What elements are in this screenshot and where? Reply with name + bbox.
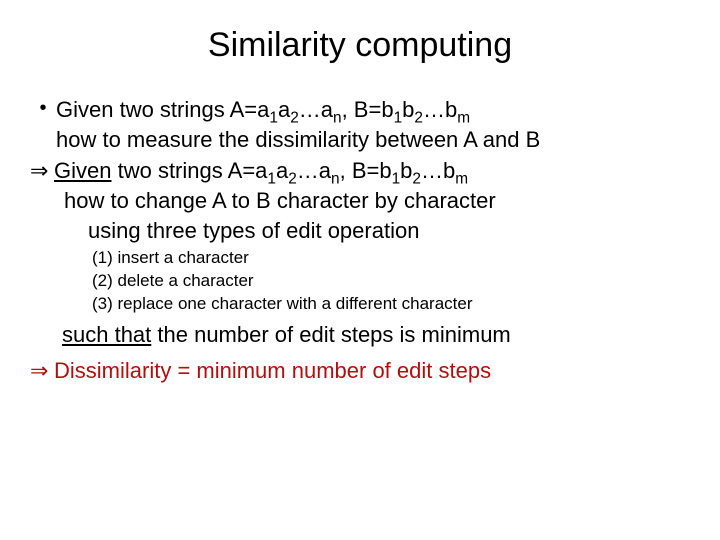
slide-body: • Given two strings A=a1a2…an, B=b1b2…bm…	[30, 95, 690, 386]
final-line: ⇒ Dissimilarity = minimum number of edit…	[30, 356, 690, 386]
s: m	[457, 109, 470, 126]
line3-content: Given two strings A=a1a2…an, B=b1b2…bm	[54, 156, 690, 186]
t: …b	[423, 97, 457, 122]
such-that-line: such that the number of edit steps is mi…	[30, 320, 690, 350]
s: 1	[394, 109, 403, 126]
s: n	[333, 109, 342, 126]
t: two strings A=a	[111, 158, 267, 183]
s: 1	[269, 109, 278, 126]
bullet-icon: •	[30, 95, 56, 122]
t: Given two strings A=a	[56, 97, 269, 122]
line1-content: Given two strings A=a1a2…an, B=b1b2…bm	[56, 95, 690, 125]
bullet-line-1: • Given two strings A=a1a2…an, B=b1b2…bm	[30, 95, 690, 125]
line4: how to change A to B character by charac…	[30, 186, 690, 216]
t: , B=b	[342, 97, 394, 122]
t: a	[276, 158, 288, 183]
slide: Similarity computing • Given two strings…	[0, 0, 720, 540]
op2: (2) delete a character	[92, 270, 690, 293]
t: …a	[297, 158, 331, 183]
line5: using three types of edit operation	[30, 216, 690, 246]
slide-title: Similarity computing	[30, 18, 690, 65]
double-arrow-icon: ⇒	[30, 356, 54, 386]
op1: (1) insert a character	[92, 247, 690, 270]
t: …a	[299, 97, 333, 122]
op3: (3) replace one character with a differe…	[92, 293, 690, 316]
s: 2	[290, 109, 299, 126]
final-text: Dissimilarity = minimum number of edit s…	[54, 356, 491, 386]
t: a	[278, 97, 290, 122]
t: the number of edit steps is minimum	[151, 322, 510, 347]
t: Given	[54, 158, 111, 183]
t: …b	[421, 158, 455, 183]
operation-list: (1) insert a character (2) delete a char…	[30, 247, 690, 316]
s: 2	[414, 109, 423, 126]
t: , B=b	[340, 158, 392, 183]
double-arrow-icon: ⇒	[30, 156, 54, 186]
imply-line-1: ⇒ Given two strings A=a1a2…an, B=b1b2…bm	[30, 156, 690, 186]
t: such that	[62, 322, 151, 347]
t: b	[402, 97, 414, 122]
line2: how to measure the dissimilarity between…	[30, 125, 690, 155]
t: b	[400, 158, 412, 183]
